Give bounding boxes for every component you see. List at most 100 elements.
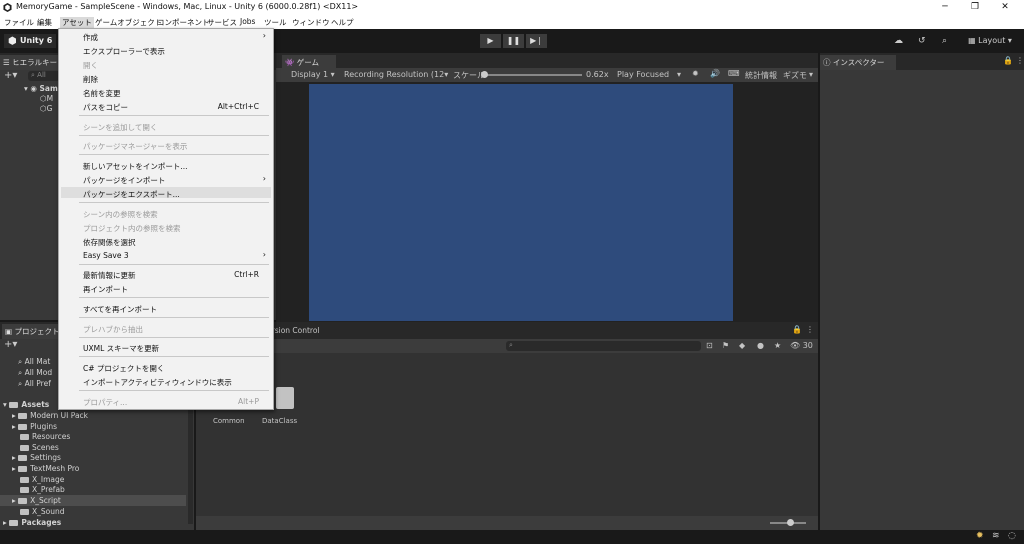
more-icon[interactable]: ⋮: [1016, 56, 1024, 65]
asset-label[interactable]: Common: [213, 417, 245, 425]
menu-item-properties[interactable]: プロパティ...: [83, 397, 127, 408]
folder-item[interactable]: X_Image: [20, 475, 64, 484]
assets-folder[interactable]: ▾ Assets: [3, 400, 49, 409]
menu-gameobject[interactable]: ゲームオブジェクト: [95, 17, 162, 28]
menu-item-select-dependencies[interactable]: 依存関係を選択: [83, 237, 136, 248]
menu-item-open-scene-additive[interactable]: シーンを追加して開く: [83, 122, 157, 133]
menu-item-open-csharp-project[interactable]: C# プロジェクトを開く: [83, 363, 164, 374]
tab-inspector[interactable]: ⓘ インスペクター: [820, 55, 896, 70]
menu-item-import-activity[interactable]: インポートアクティビティウィンドウに表示: [83, 377, 232, 388]
packages-folder[interactable]: ▸ Packages: [3, 518, 61, 527]
folder-label: X_Script: [30, 496, 61, 505]
resolution-dropdown[interactable]: Recording Resolution (12▾: [344, 70, 448, 79]
menu-item-delete[interactable]: 削除: [83, 74, 98, 85]
hierarchy-item[interactable]: ⬡G: [40, 104, 52, 113]
gizmos-button[interactable]: ギズモ: [783, 70, 807, 81]
type-filter-icon[interactable]: ⚑: [722, 341, 729, 350]
menu-item-update-uxml-schema[interactable]: UXML スキーマを更新: [83, 343, 159, 354]
menu-item-refresh[interactable]: 最新情報に更新: [83, 270, 136, 281]
scale-slider[interactable]: [482, 74, 582, 76]
menu-item-rename[interactable]: 名前を変更: [83, 88, 121, 99]
add-icon[interactable]: +▾: [4, 70, 17, 81]
menu-window[interactable]: ウィンドウ: [292, 17, 330, 28]
menu-services[interactable]: サービス: [207, 17, 237, 28]
menu-item-open[interactable]: 開く: [83, 60, 98, 71]
search-filter-icon[interactable]: ⊡: [706, 341, 713, 350]
menu-item-copy-path[interactable]: パスをコピー: [83, 102, 128, 113]
menu-jobs[interactable]: Jobs: [240, 17, 255, 26]
audio-icon[interactable]: 🔊: [710, 69, 720, 78]
bug-report-icon[interactable]: ✹: [976, 531, 984, 541]
folder-item[interactable]: ▸ Plugins: [12, 422, 57, 431]
menu-item-create[interactable]: 作成: [83, 32, 98, 43]
zoom-slider-handle[interactable]: [787, 519, 794, 526]
project-add-icon[interactable]: +▾: [4, 339, 17, 350]
scale-slider-handle[interactable]: [481, 71, 488, 78]
menu-item-import-new-asset[interactable]: 新しいアセットをインポート...: [83, 161, 188, 172]
menu-help[interactable]: ヘルプ: [331, 17, 354, 28]
lock-icon[interactable]: 🔒: [1003, 56, 1013, 65]
gizmos-arrow-icon[interactable]: ▾: [809, 70, 813, 79]
label-filter-icon[interactable]: ◆: [739, 341, 745, 350]
menu-item-reimport[interactable]: 再インポート: [83, 284, 128, 295]
info-icon[interactable]: ●: [757, 341, 764, 350]
folder-label: Settings: [30, 453, 61, 462]
folder-item[interactable]: Resources: [20, 432, 70, 441]
history-icon[interactable]: ↺: [918, 36, 926, 46]
project-more-icon[interactable]: ⋮: [806, 325, 814, 334]
cloud-icon[interactable]: ☁: [894, 36, 903, 46]
search-icon[interactable]: ⌕: [942, 36, 947, 46]
asset-search-input[interactable]: ⌕: [506, 341, 701, 351]
step-button[interactable]: ▶❘: [526, 34, 547, 48]
layout-dropdown[interactable]: ▦ Layout ▾: [962, 34, 1018, 48]
maximize-button[interactable]: ❐: [968, 1, 982, 13]
menu-item-reimport-all[interactable]: すべてを再インポート: [83, 304, 157, 315]
tab-version-control[interactable]: ersion Control: [267, 326, 320, 335]
folder-item-selected[interactable]: ▸ X_Script: [12, 496, 61, 505]
play-focus-dropdown[interactable]: Play Focused: [617, 70, 669, 79]
menu-item-import-package[interactable]: パッケージをインポート: [83, 175, 165, 186]
star-icon[interactable]: ★: [774, 341, 781, 350]
visibility-count: 👁 30: [790, 341, 813, 350]
close-button[interactable]: ✕: [998, 1, 1012, 13]
menu-item-export-package[interactable]: パッケージをエクスポート...: [83, 189, 180, 200]
menu-item-find-in-scene[interactable]: シーン内の参照を検索: [83, 209, 158, 220]
menu-item-package-manager[interactable]: パッケージマネージャーを表示: [83, 141, 187, 152]
hierarchy-item[interactable]: ⬡M: [40, 94, 53, 103]
layers-icon[interactable]: ≋: [992, 531, 1000, 541]
menu-item-extract-from-prefab[interactable]: プレハブから抽出: [83, 324, 143, 335]
folder-thumbnail-icon[interactable]: [276, 387, 294, 409]
bug-icon[interactable]: ✹: [692, 69, 699, 78]
menu-edit[interactable]: 編集: [37, 17, 52, 28]
play-button[interactable]: ▶: [480, 34, 501, 48]
favorite-item[interactable]: ⌕ All Pref: [18, 379, 51, 389]
tab-hierarchy[interactable]: ☰ ヒエラルキー: [0, 55, 60, 70]
folder-item[interactable]: Scenes: [20, 443, 59, 452]
account-button[interactable]: ⬢ Unity 6: [4, 34, 56, 48]
favorite-item[interactable]: ⌕ All Mat: [18, 357, 50, 367]
folder-item[interactable]: ▸ Settings: [12, 453, 61, 462]
tab-project[interactable]: ▣ プロジェクト: [2, 324, 60, 339]
menu-component[interactable]: コンポーネント: [157, 17, 210, 28]
minimize-button[interactable]: ─: [938, 1, 952, 13]
folder-item[interactable]: ▸ TextMesh Pro: [12, 464, 79, 473]
favorite-item[interactable]: ⌕ All Mod: [18, 368, 52, 378]
asset-label[interactable]: DataClass: [262, 417, 297, 425]
game-viewport[interactable]: [309, 84, 733, 321]
folder-item[interactable]: X_Sound: [20, 507, 65, 516]
menu-item-show-in-explorer[interactable]: エクスプローラーで表示: [83, 46, 165, 57]
stats-button[interactable]: 統計情報: [745, 70, 777, 81]
menu-tools[interactable]: ツール: [264, 17, 287, 28]
menu-file[interactable]: ファイル: [4, 17, 34, 28]
pause-button[interactable]: ❚❚: [503, 34, 524, 48]
keyboard-icon[interactable]: ⌨: [728, 69, 740, 78]
scene-row[interactable]: ▾ ◉ Sam: [24, 84, 58, 93]
project-lock-icon[interactable]: 🔒: [792, 325, 802, 334]
play-focus-arrow-icon[interactable]: ▾: [677, 70, 681, 79]
folder-item[interactable]: X_Prefab: [20, 485, 65, 494]
menu-item-find-in-project[interactable]: プロジェクト内の参照を検索: [83, 223, 181, 234]
menu-assets[interactable]: アセット: [60, 17, 94, 28]
menu-item-easy-save[interactable]: Easy Save 3: [83, 251, 129, 260]
folder-item[interactable]: ▸ Modern UI Pack: [12, 411, 88, 420]
display-dropdown[interactable]: Display 1 ▾: [291, 70, 335, 79]
